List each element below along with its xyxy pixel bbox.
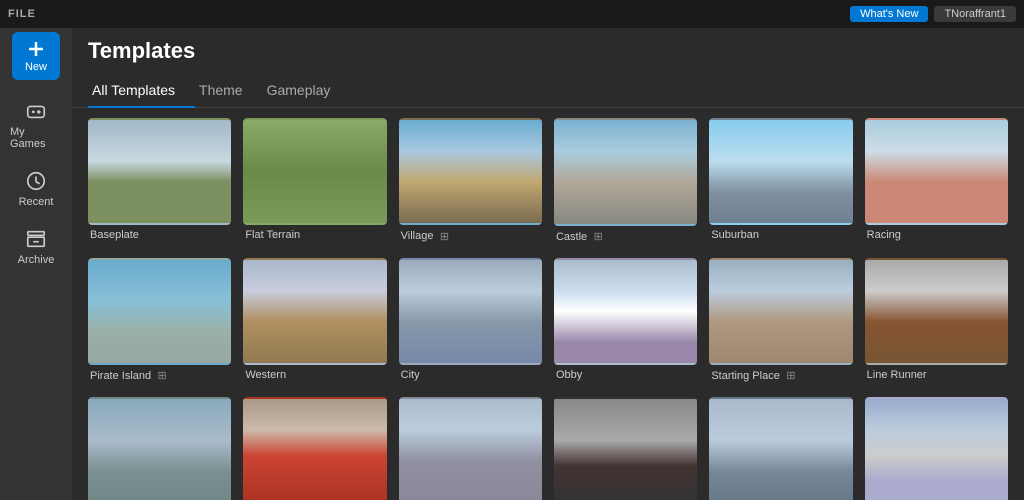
template-thumb-baseplate [88, 118, 231, 225]
template-thumb-suburban [709, 118, 852, 225]
template-thumb-city [399, 258, 542, 365]
template-label-suburban: Suburban [709, 225, 852, 243]
archive-label: Archive [18, 254, 55, 266]
template-thumb-starting-place [709, 258, 852, 365]
new-label: New [25, 61, 47, 73]
template-card-castle[interactable]: Castle ⊞ [554, 118, 697, 246]
main-layout: New My Games Recent [0, 28, 1024, 500]
template-thumb-r3-2 [243, 397, 386, 500]
gamepad-icon [25, 100, 47, 122]
my-games-label: My Games [10, 126, 62, 150]
template-thumb-western [243, 258, 386, 365]
template-label-village: Village ⊞ [399, 225, 542, 245]
multi-icon-starting: ⊞ [784, 369, 798, 383]
template-thumb-village [399, 118, 542, 225]
template-label-baseplate: Baseplate [88, 225, 231, 243]
templates-grid-container: Baseplate Flat Terrain Village ⊞ [72, 108, 1024, 500]
templates-grid: Baseplate Flat Terrain Village ⊞ [88, 118, 1008, 500]
whats-new-button[interactable]: What's New [850, 6, 928, 22]
template-card-r3-2[interactable] [243, 397, 386, 500]
multi-icon-village: ⊞ [437, 229, 451, 243]
template-thumb-castle [554, 118, 697, 226]
template-thumb-r3-3 [399, 397, 542, 500]
file-label: FILE [8, 8, 36, 20]
template-card-baseplate[interactable]: Baseplate [88, 118, 231, 246]
template-card-flat-terrain[interactable]: Flat Terrain [243, 118, 386, 246]
topbar-right: What's New TNoraffrant1 [850, 6, 1016, 22]
template-card-r3-4[interactable] [554, 397, 697, 500]
template-label-castle: Castle ⊞ [554, 226, 697, 246]
archive-icon [25, 228, 47, 250]
tab-gameplay[interactable]: Gameplay [263, 76, 351, 108]
template-card-line-runner[interactable]: Line Runner [865, 258, 1008, 385]
template-card-pirate-island[interactable]: Pirate Island ⊞ [88, 258, 231, 385]
multi-icon-castle: ⊞ [591, 230, 605, 244]
sidebar: New My Games Recent [0, 28, 72, 500]
plus-icon [26, 39, 46, 59]
content-area: Templates All Templates Theme Gameplay B… [72, 28, 1024, 500]
topbar: FILE What's New TNoraffrant1 [0, 0, 1024, 28]
sidebar-item-archive[interactable]: Archive [6, 220, 66, 274]
template-label-obby: Obby [554, 365, 697, 383]
username-display: TNoraffrant1 [934, 6, 1016, 22]
template-card-r3-3[interactable] [399, 397, 542, 500]
template-thumb-r3-4 [554, 397, 697, 500]
template-card-r3-5[interactable] [709, 397, 852, 500]
template-thumb-racing [865, 118, 1008, 225]
template-card-village[interactable]: Village ⊞ [399, 118, 542, 246]
template-card-racing[interactable]: Racing [865, 118, 1008, 246]
tabs-bar: All Templates Theme Gameplay [72, 64, 1024, 108]
template-label-starting-place: Starting Place ⊞ [709, 365, 852, 385]
template-thumb-obby [554, 258, 697, 366]
sidebar-item-my-games[interactable]: My Games [6, 92, 66, 158]
template-label-flat-terrain: Flat Terrain [243, 225, 386, 243]
template-thumb-line-runner [865, 258, 1008, 365]
template-card-suburban[interactable]: Suburban [709, 118, 852, 246]
multi-icon-pirate: ⊞ [155, 369, 169, 383]
template-card-city[interactable]: City [399, 258, 542, 385]
page-title: Templates [72, 28, 1024, 64]
template-label-western: Western [243, 365, 386, 383]
template-thumb-pirate-island [88, 258, 231, 365]
new-button[interactable]: New [12, 32, 60, 80]
sidebar-item-recent[interactable]: Recent [6, 162, 66, 216]
template-label-line-runner: Line Runner [865, 365, 1008, 383]
template-thumb-r3-5 [709, 397, 852, 500]
clock-icon [25, 170, 47, 192]
tab-all-templates[interactable]: All Templates [88, 76, 195, 108]
template-label-city: City [399, 365, 542, 383]
template-card-starting-place[interactable]: Starting Place ⊞ [709, 258, 852, 385]
recent-label: Recent [19, 196, 54, 208]
template-thumb-r3-6 [865, 397, 1008, 500]
tab-theme[interactable]: Theme [195, 76, 263, 108]
template-label-racing: Racing [865, 225, 1008, 243]
template-card-obby[interactable]: Obby [554, 258, 697, 385]
template-card-western[interactable]: Western [243, 258, 386, 385]
template-label-pirate-island: Pirate Island ⊞ [88, 365, 231, 385]
template-thumb-flat-terrain [243, 118, 386, 225]
template-card-r3-1[interactable] [88, 397, 231, 500]
template-thumb-r3-1 [88, 397, 231, 500]
template-card-r3-6[interactable] [865, 397, 1008, 500]
